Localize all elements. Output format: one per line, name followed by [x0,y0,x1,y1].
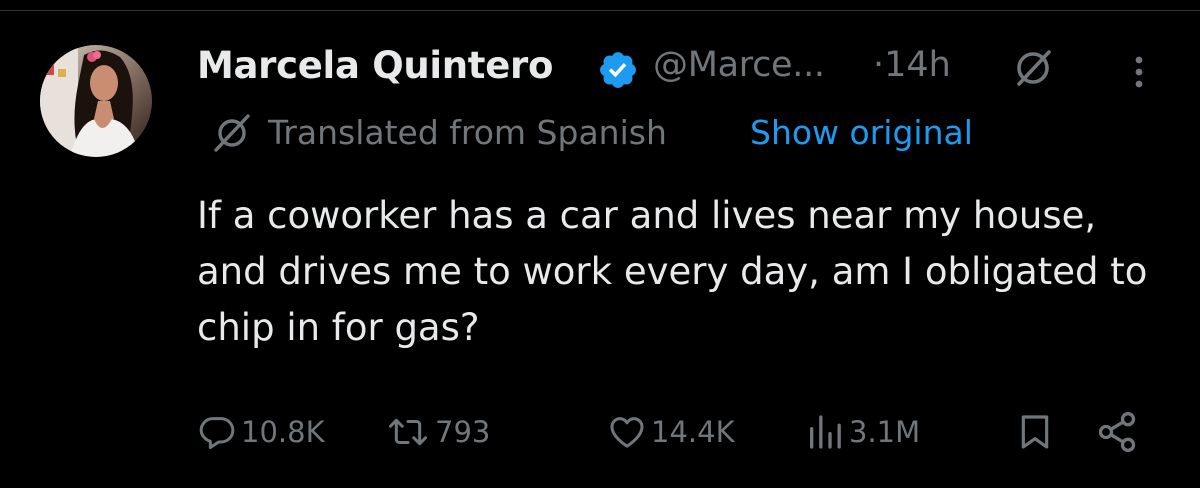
verified-badge-icon [600,52,636,88]
repost-icon [389,418,427,446]
bookmark-icon [1021,415,1049,449]
bookmark-button[interactable] [1015,402,1055,462]
top-divider [0,10,1200,11]
share-icon [1098,412,1136,452]
translation-row: Translated from Spanish Show original [202,108,1152,158]
reply-count: 10.8K [241,415,325,449]
views-icon [810,415,841,449]
avatar[interactable] [40,45,152,157]
translated-label: Translated from Spanish [268,113,667,152]
like-count: 14.4K [651,415,735,449]
reply-icon [199,417,235,449]
tweet-header: Marcela Quintero @Marce... ·14h [197,40,1157,96]
more-icon[interactable] [1117,50,1161,94]
reply-button[interactable]: 10.8K [197,402,325,462]
like-icon [610,417,644,448]
views-count: 3.1M [849,415,921,449]
show-original-link[interactable]: Show original [750,113,973,152]
author-name[interactable]: Marcela Quintero [197,44,553,87]
time-value: 14h [884,45,951,85]
tweet-actions: 10.8K 793 14.4K 3.1M [197,402,1157,462]
views-button[interactable]: 3.1M [805,402,920,462]
repost-button[interactable]: 793 [385,402,490,462]
author-handle[interactable]: @Marce... [653,45,825,85]
time-separator: · [873,45,885,85]
grok-icon[interactable] [1011,46,1055,90]
tweet-time[interactable]: ·14h [873,45,951,85]
repost-count: 793 [435,415,491,449]
translate-icon [214,114,250,152]
tweet-text: If a coworker has a car and lives near m… [197,194,1148,349]
like-button[interactable]: 14.4K [607,402,735,462]
avatar-image [40,45,152,157]
share-button[interactable] [1095,402,1139,462]
